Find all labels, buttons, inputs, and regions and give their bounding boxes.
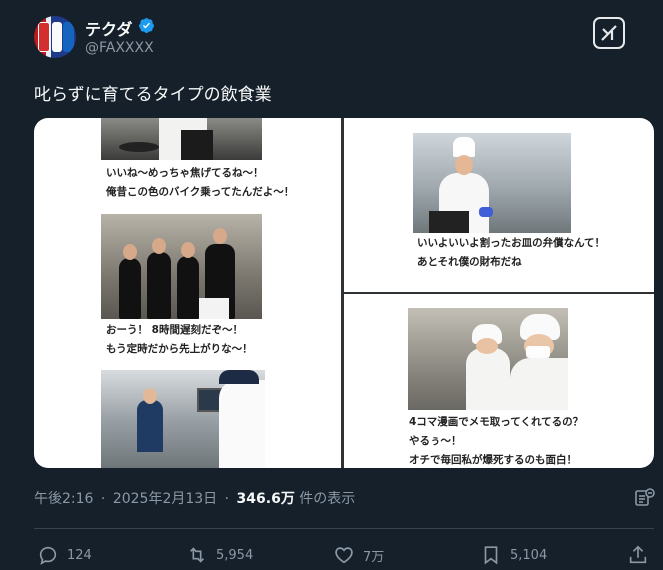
retweet-button[interactable]: 5,954	[186, 544, 253, 566]
avatar-can-red	[38, 22, 50, 52]
verified-badge-icon	[139, 18, 154, 33]
bookmark-icon	[484, 546, 498, 565]
tweet-date[interactable]: 2025年2月13日	[113, 491, 217, 507]
caption-line: 俺昔この色のバイク乗ってたんだよ〜！	[106, 186, 295, 198]
meta-separator: ·	[224, 491, 230, 507]
media-image-top-right[interactable]: いいよいいよ割ったお皿の弁償なんて！ あとそれ僕の財布だね	[344, 118, 654, 292]
avatar-can-white	[52, 22, 62, 52]
analytics-icon[interactable]	[634, 488, 656, 508]
caption-line: いいね〜めっちゃ焦げてるね〜！	[106, 167, 264, 179]
reply-icon	[39, 546, 57, 565]
tweet-text: 叱らずに育てるタイプの飲食業	[34, 85, 272, 105]
reply-count: 124	[67, 547, 92, 563]
kitchen-photo	[101, 118, 262, 160]
bookmark-count: 5,104	[510, 547, 548, 563]
grok-icon	[601, 25, 617, 41]
caption-line: もう定時だから先上がりな〜！	[106, 343, 253, 355]
caption-line: あとそれ僕の財布だね	[417, 256, 522, 268]
caption-line: おーう！ 8時間遅刻だぞ〜！	[106, 324, 243, 336]
share-button[interactable]	[627, 544, 657, 566]
heart-icon	[335, 547, 353, 564]
staff-group-photo	[101, 214, 262, 319]
bookmark-button[interactable]: 5,104	[480, 544, 547, 566]
author-display-name[interactable]: テクダ	[85, 16, 132, 40]
views-count: 346.6万	[236, 491, 295, 507]
avatar-can-blue	[63, 22, 74, 52]
tweet-time[interactable]: 午後2:16	[34, 491, 93, 507]
media-image-left[interactable]: いいね〜めっちゃ焦げてるね〜！ 俺昔この色のバイク乗ってたんだよ〜！ おーう！ …	[34, 118, 341, 468]
like-count: 7万	[363, 549, 385, 565]
counter-photo	[101, 370, 265, 468]
caption-line: いいよいいよ割ったお皿の弁償なんて！	[417, 237, 606, 249]
retweet-icon	[189, 547, 205, 563]
tweet-media[interactable]: いいね〜めっちゃ焦げてるね〜！ 俺昔この色のバイク乗ってたんだよ〜！ おーう！ …	[34, 118, 654, 468]
meta-separator: ·	[100, 491, 106, 507]
share-icon	[629, 545, 647, 564]
avatar[interactable]	[34, 16, 76, 58]
grok-button[interactable]	[593, 17, 625, 49]
retweet-count: 5,954	[216, 547, 254, 563]
like-button[interactable]: 7万	[333, 544, 384, 566]
tweet-meta: 午後2:16 · 2025年2月13日 · 346.6万 件の表示	[34, 488, 355, 508]
media-image-bottom-right[interactable]: 4コマ漫画でメモ取ってくれてるの？ やるぅ〜！ オチで毎回私が爆死するのも面白！	[344, 294, 654, 468]
caption-line: オチで毎回私が爆死するのも面白！	[409, 454, 577, 466]
kitchen-staff-photo	[408, 308, 568, 410]
reply-button[interactable]: 124	[37, 544, 92, 566]
caption-line: 4コマ漫画でメモ取ってくれてるの？	[409, 416, 584, 428]
chef-photo	[413, 133, 571, 233]
caption-line: やるぅ〜！	[409, 435, 462, 447]
views-label: 件の表示	[299, 491, 356, 507]
divider	[34, 528, 654, 529]
author-handle[interactable]: @FAXXXX	[85, 40, 154, 56]
